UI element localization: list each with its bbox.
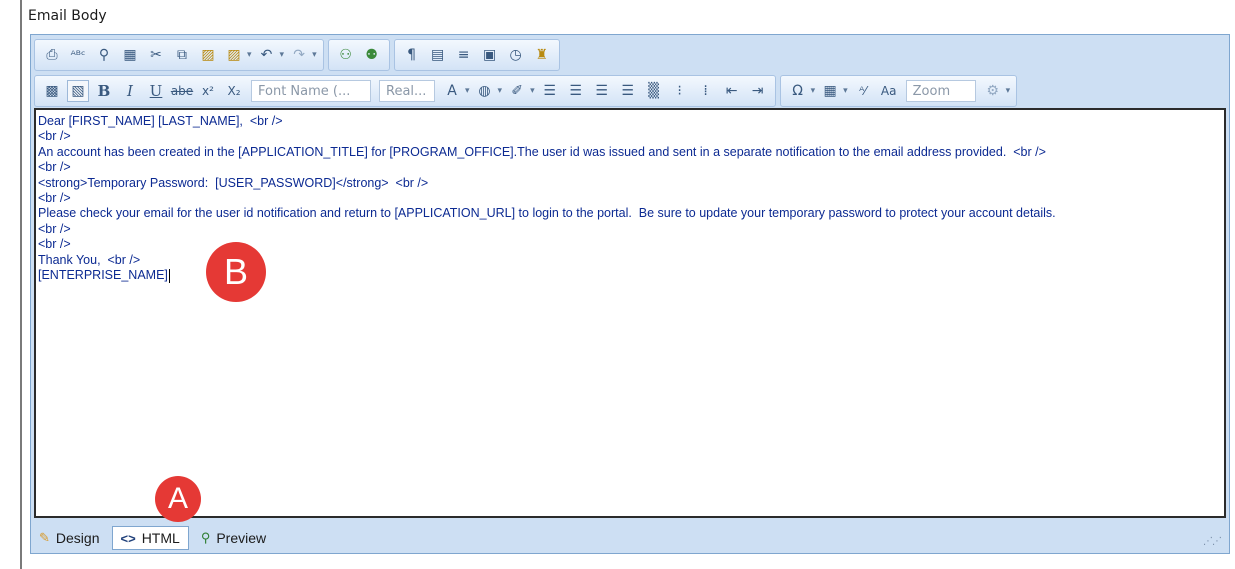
html-editor: ⎙ ᴬᴮᶜ ⚲ ▦ ✂ ⧉ ▨ ▨ ▾ ↶ ▾ ↷ ▾ ⚇ ⚉ ¶ ▤ ≡ ▣ … <box>30 34 1230 554</box>
font-size-select[interactable]: Real... <box>379 80 435 102</box>
toolbar-row-2: ▩ ▧ B I U abe x² X₂ Font Name (... Real.… <box>34 75 1021 107</box>
toolbar-group-insert-2: Ω ▾ ▦ ▾ ᴬ⁄ Aa Zoom ⚙ ▾ <box>779 75 1018 107</box>
chevron-down-icon[interactable]: ▾ <box>280 50 285 60</box>
toolbar-group-links: ⚇ ⚉ <box>327 39 390 71</box>
callout-a: A <box>155 476 201 522</box>
toolbar-group-format: ▩ ▧ B I U abe x² X₂ Font Name (... Real.… <box>34 75 776 107</box>
strikethrough-button[interactable]: abe <box>171 80 193 102</box>
numbered-list-icon[interactable]: ⁞ <box>695 80 717 102</box>
source-line: <strong>Temporary Password: [USER_PASSWO… <box>38 175 429 190</box>
paragraph-icon[interactable]: ¶ <box>401 44 423 66</box>
font-color-icon[interactable]: A <box>441 80 463 102</box>
text-caret <box>168 268 170 283</box>
resize-grip-icon[interactable]: ⋰⋰ <box>1203 536 1222 547</box>
chevron-down-icon[interactable]: ▾ <box>843 86 848 96</box>
paste-options-icon[interactable]: ▨ <box>223 44 245 66</box>
magnifier-icon: ⚲ <box>200 530 211 545</box>
tab-design-label: Design <box>55 530 100 546</box>
source-line: <br /> <box>38 221 71 236</box>
highlight-icon[interactable]: ◍ <box>474 80 496 102</box>
undo-icon[interactable]: ↶ <box>256 44 278 66</box>
bullet-list-icon[interactable]: ⁝ <box>669 80 691 102</box>
source-line: Please check your email for the user id … <box>38 206 1056 221</box>
superscript-button[interactable]: x² <box>197 80 219 102</box>
callout-b: B <box>206 242 266 302</box>
chevron-down-icon[interactable]: ▾ <box>465 86 470 96</box>
html-source-textarea[interactable]: Dear [FIRST_NAME] [LAST_NAME], <br /> <b… <box>34 108 1226 518</box>
chevron-down-icon[interactable]: ▾ <box>811 86 816 96</box>
cut-icon[interactable]: ✂ <box>145 44 167 66</box>
source-line: <br /> <box>38 129 71 144</box>
paste-icon[interactable]: ▨ <box>197 44 219 66</box>
chevron-down-icon[interactable]: ▾ <box>498 86 503 96</box>
select-all-icon[interactable]: ▦ <box>119 44 141 66</box>
table-icon[interactable]: ▦ <box>819 80 841 102</box>
tab-preview-label: Preview <box>216 530 267 546</box>
outdent-icon[interactable]: ⇤ <box>721 80 743 102</box>
tools-icon[interactable]: ⚙ <box>982 80 1004 102</box>
insert-date-icon[interactable]: ▤ <box>427 44 449 66</box>
special-char-icon[interactable]: ▣ <box>479 44 501 66</box>
tab-html-label: HTML <box>141 530 180 546</box>
bold-button[interactable]: B <box>93 80 115 102</box>
tab-html[interactable]: <> HTML <box>111 526 189 550</box>
source-line: An account has been created in the [APPL… <box>38 144 1046 159</box>
font-size-icon[interactable]: Aa <box>878 80 900 102</box>
align-center-icon[interactable]: ☰ <box>565 80 587 102</box>
tab-preview[interactable]: ⚲ Preview <box>193 526 274 550</box>
horizontal-rule-icon[interactable]: ≡ <box>453 44 475 66</box>
insert-time-icon[interactable]: ◷ <box>505 44 527 66</box>
chevron-down-icon[interactable]: ▾ <box>530 86 535 96</box>
email-body-label: Email Body <box>28 8 107 24</box>
insert-image-icon[interactable]: ▩ <box>41 80 63 102</box>
zoom-select[interactable]: Zoom <box>905 80 976 102</box>
remove-link-icon[interactable]: ⚉ <box>361 44 383 66</box>
find-icon[interactable]: ⚲ <box>93 44 115 66</box>
code-brackets-icon: <> <box>120 530 136 546</box>
text-direction-icon[interactable]: ᴬ⁄ <box>852 80 874 102</box>
indent-icon[interactable]: ⇥ <box>747 80 769 102</box>
align-right-icon[interactable]: ☰ <box>591 80 613 102</box>
justify-icon[interactable]: ☰ <box>617 80 639 102</box>
toolbar-row-1: ⎙ ᴬᴮᶜ ⚲ ▦ ✂ ⧉ ▨ ▨ ▾ ↶ ▾ ↷ ▾ ⚇ ⚉ ¶ ▤ ≡ ▣ … <box>34 39 564 71</box>
style-brush-icon[interactable]: ✐ <box>506 80 528 102</box>
clear-format-icon[interactable]: ▒ <box>643 80 665 102</box>
pencil-icon: ✎ <box>39 530 50 545</box>
left-divider <box>20 0 22 569</box>
mode-tab-bar: ✎ Design <> HTML ⚲ Preview ⋰⋰ <box>31 523 1229 553</box>
align-left-icon[interactable]: ☰ <box>539 80 561 102</box>
toolbar-group-insert: ¶ ▤ ≡ ▣ ◷ ♜ <box>393 39 560 71</box>
source-line: Dear [FIRST_NAME] [LAST_NAME], <br /> <box>38 114 283 128</box>
source-line: <br /> <box>38 160 71 175</box>
chevron-down-icon[interactable]: ▾ <box>1006 86 1011 96</box>
print-icon[interactable]: ⎙ <box>41 44 63 66</box>
image-map-icon[interactable]: ▧ <box>67 80 89 102</box>
subscript-button[interactable]: X₂ <box>223 80 245 102</box>
source-line: <br /> <box>38 191 71 206</box>
toolbar-group-edit: ⎙ ᴬᴮᶜ ⚲ ▦ ✂ ⧉ ▨ ▨ ▾ ↶ ▾ ↷ ▾ <box>34 39 324 71</box>
format-painter-icon[interactable]: ♜ <box>531 44 553 66</box>
source-line-text: [ENTERPRISE_NAME] <box>38 268 168 283</box>
copy-icon[interactable]: ⧉ <box>171 44 193 66</box>
chevron-down-icon[interactable]: ▾ <box>247 50 252 60</box>
italic-button[interactable]: I <box>119 80 141 102</box>
spellcheck-icon[interactable]: ᴬᴮᶜ <box>67 44 89 66</box>
underline-button[interactable]: U <box>145 80 167 102</box>
chevron-down-icon[interactable]: ▾ <box>312 50 317 60</box>
symbol-icon[interactable]: Ω <box>787 80 809 102</box>
insert-link-icon[interactable]: ⚇ <box>335 44 357 66</box>
redo-icon[interactable]: ↷ <box>288 44 310 66</box>
tab-design[interactable]: ✎ Design <box>31 526 108 550</box>
font-name-select[interactable]: Font Name (... <box>251 80 371 102</box>
